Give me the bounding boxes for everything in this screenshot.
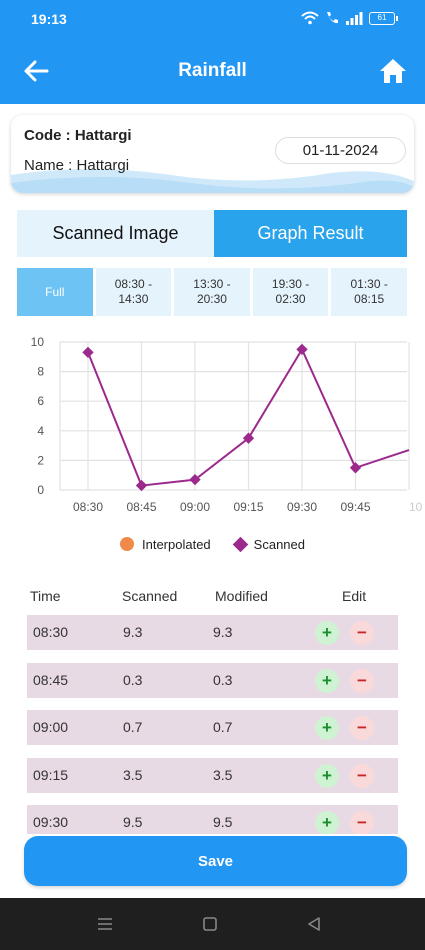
x-tick-label: 09:15	[233, 500, 263, 514]
screen: 19:13 61 Rainfall Code : Hattargi Name :…	[0, 0, 425, 950]
y-tick-label: 4	[37, 424, 44, 438]
station-name: Name : Hattargi	[24, 157, 129, 174]
system-nav-bar	[0, 898, 425, 950]
x-tick-label: 08:45	[126, 500, 156, 514]
cell-time: 09:15	[33, 766, 69, 783]
name-label: Name :	[24, 157, 73, 174]
code-label: Code :	[24, 127, 71, 144]
table-row: 08:45 0.3 0.3 + −	[27, 662, 398, 698]
decrement-button[interactable]: −	[350, 621, 374, 645]
battery-icon: 61	[369, 11, 398, 25]
increment-button[interactable]: +	[315, 811, 339, 834]
cell-time: 09:30	[33, 814, 69, 830]
increment-button[interactable]: +	[315, 668, 339, 693]
wifi-calling-icon	[327, 12, 338, 24]
data-point	[296, 343, 308, 356]
cell-time: 08:45	[33, 671, 69, 688]
table-row: 09:30 9.5 9.5 + −	[27, 805, 398, 834]
table-header: Time Scanned Modified Edit	[0, 588, 425, 606]
status-icons: 61	[301, 9, 398, 27]
range-chip-full[interactable]: Full	[17, 268, 93, 316]
readings-table[interactable]: 08:30 9.3 9.3 + −08:45 0.3 0.3 + −09:00 0.7 0.7 + −0…	[0, 612, 425, 834]
decrement-button[interactable]: −	[350, 763, 374, 788]
code-value: Hattargi	[74, 127, 132, 144]
legend-interpolated[interactable]: Interpolated	[120, 537, 211, 552]
legend-scanned-marker	[232, 536, 248, 552]
nav-menu-button[interactable]	[93, 912, 117, 936]
nav-home-button[interactable]	[198, 912, 222, 936]
home-icon	[380, 59, 406, 83]
page-title: Rainfall	[178, 60, 247, 81]
range-chip-3[interactable]: 19:30 - 02:30	[252, 268, 329, 316]
range-chip-1[interactable]: 08:30 - 14:30	[95, 268, 172, 316]
legend-interpolated-label: Interpolated	[142, 536, 211, 552]
status-time: 19:13	[31, 11, 67, 27]
cell-modified[interactable]: 9.5	[213, 814, 232, 830]
cell-time: 08:30	[33, 624, 69, 640]
data-point	[82, 346, 94, 359]
header-edit: Edit	[342, 588, 367, 604]
range-chip-4[interactable]: 01:30 - 08:15	[331, 268, 407, 316]
y-tick-label: 10	[31, 335, 45, 349]
x-tick-label: 08:30	[73, 500, 103, 514]
increment-button[interactable]: +	[315, 716, 339, 740]
date-field[interactable]: 01-11-2024	[275, 137, 406, 164]
header-scanned: Scanned	[122, 588, 178, 604]
app-header: 19:13 61 Rainfall	[0, 0, 425, 104]
x-tick-label: 09:00	[180, 500, 210, 514]
time-range-selector: Full 08:30 - 14:30 13:30 - 20:30 19:30 -…	[17, 268, 407, 316]
station-info-card: Code : Hattargi Name : Hattargi 01-11-20…	[11, 115, 414, 193]
signal-icon	[346, 11, 363, 25]
increment-button[interactable]: +	[315, 763, 339, 788]
range-chip-2[interactable]: 13:30 - 20:30	[174, 268, 250, 316]
cell-modified[interactable]: 9.3	[213, 624, 232, 640]
cell-scanned: 0.7	[123, 719, 143, 735]
decrement-button[interactable]: −	[350, 811, 374, 834]
legend-scanned[interactable]: Scanned	[232, 536, 305, 552]
cell-scanned: 0.3	[123, 671, 143, 688]
cell-time: 09:00	[33, 719, 69, 735]
cell-scanned: 3.5	[123, 766, 143, 783]
chart-legend: Interpolated Scanned	[0, 534, 425, 554]
table-row: 08:30 9.3 9.3 + −	[27, 615, 398, 650]
increment-button[interactable]: +	[315, 621, 339, 645]
cell-scanned: 9.5	[123, 814, 143, 830]
wifi-icon	[301, 11, 319, 25]
x-tick-label: 09:30	[287, 500, 317, 514]
x-tick-label: 10	[409, 500, 423, 514]
triangle-back-icon	[308, 917, 320, 931]
nav-back-button[interactable]	[302, 912, 326, 936]
cell-scanned: 9.3	[123, 624, 143, 640]
table-row: 09:00 0.7 0.7 + −	[27, 710, 398, 745]
cell-modified[interactable]: 3.5	[213, 767, 232, 783]
data-point	[349, 462, 362, 474]
station-code: Code : Hattargi	[24, 127, 132, 144]
header-modified: Modified	[215, 588, 268, 604]
home-button[interactable]	[377, 55, 409, 87]
decrement-button[interactable]: −	[350, 716, 374, 740]
table-row: 09:15 3.5 3.5 + −	[27, 757, 398, 793]
name-value: Hattargi	[76, 157, 130, 174]
x-tick-label: 09:45	[340, 500, 370, 514]
menu-icon	[98, 918, 112, 930]
tab-scanned-image[interactable]: Scanned Image	[17, 210, 214, 257]
legend-interpolated-marker	[120, 537, 134, 551]
save-button[interactable]: Save	[24, 836, 407, 886]
header-time: Time	[30, 588, 61, 604]
y-tick-label: 6	[37, 394, 44, 408]
decrement-button[interactable]: −	[350, 668, 374, 693]
legend-scanned-label: Scanned	[253, 536, 305, 552]
y-tick-label: 0	[37, 483, 44, 497]
cell-modified[interactable]: 0.7	[213, 719, 232, 735]
tab-graph-result[interactable]: Graph Result	[214, 210, 407, 257]
y-tick-label: 2	[37, 453, 44, 467]
square-icon	[203, 917, 217, 931]
cell-modified[interactable]: 0.3	[213, 672, 232, 688]
rainfall-line-chart: 0 2 4 6 8 10 08:30 08:45 09:00 09:15 09:30 09:45 10	[31, 335, 423, 514]
status-bar: 19:13 61	[0, 0, 425, 38]
y-tick-label: 8	[37, 365, 44, 379]
